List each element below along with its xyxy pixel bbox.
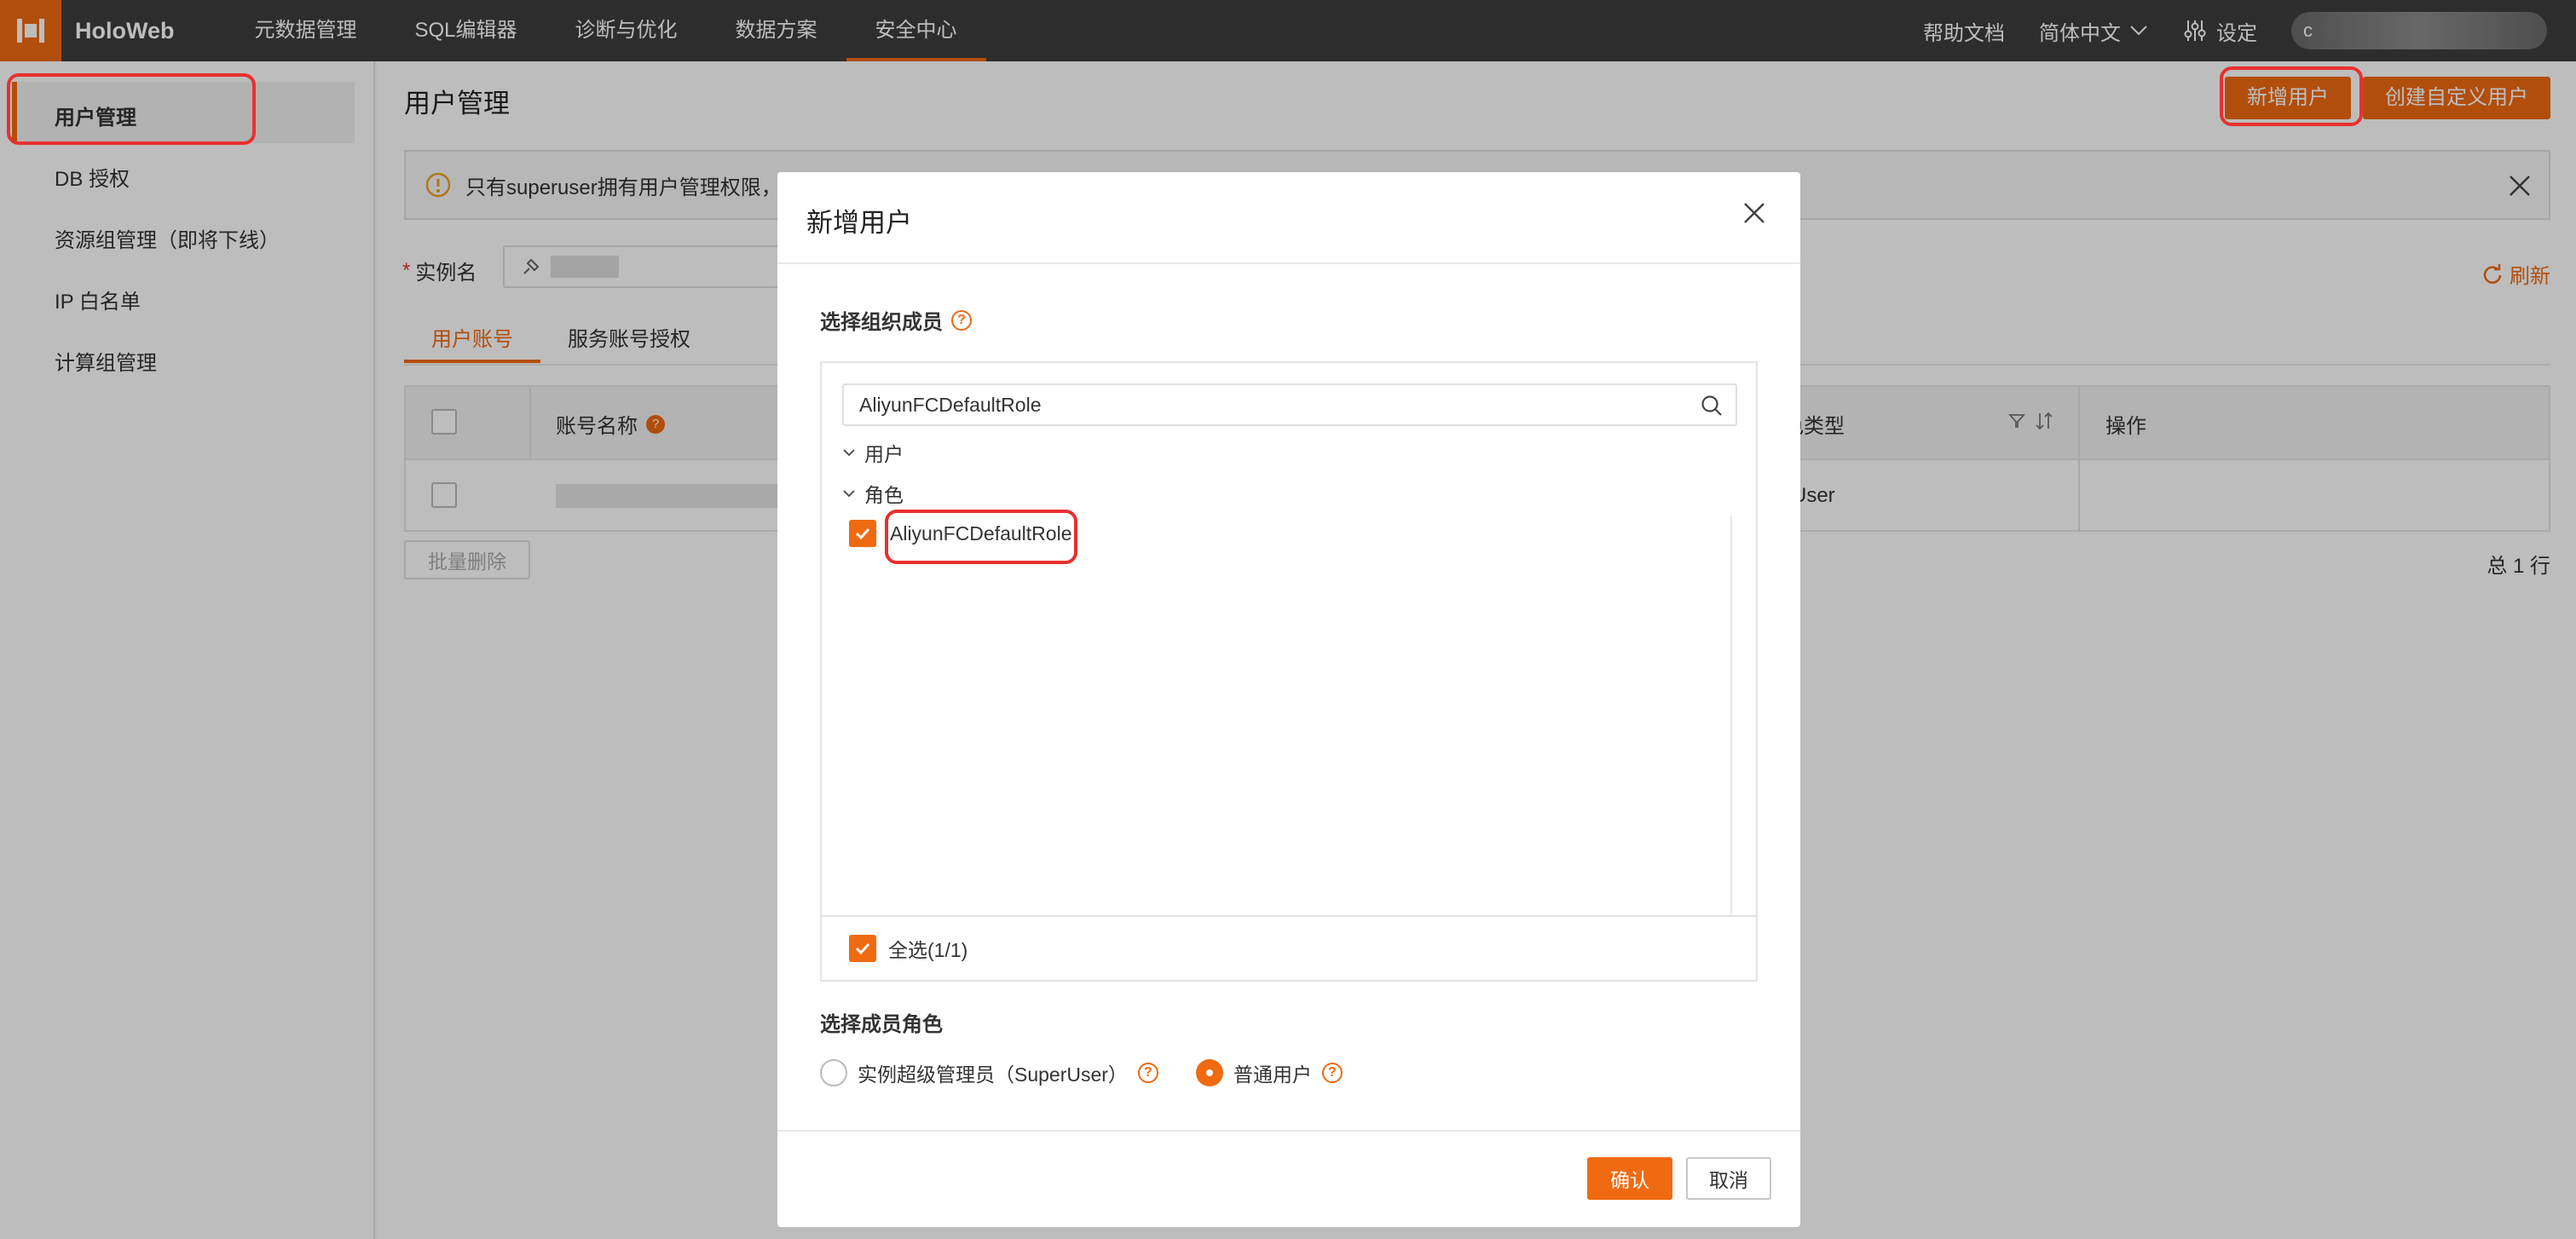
chevron-down-icon <box>843 490 855 498</box>
selector-footer: 全选(1/1) <box>822 915 1756 980</box>
option-normal-label[interactable]: 普通用户 <box>1233 1058 1312 1087</box>
member-role-label: 选择成员角色 <box>820 1013 943 1036</box>
add-user-dialog: 新增用户 选择组织成员 ? AliyunFCDefaultRole 用户 角色 … <box>777 172 1800 1227</box>
tree-group-roles[interactable]: 角色 <box>842 479 904 508</box>
close-icon[interactable] <box>1737 196 1771 230</box>
option-superuser-label[interactable]: 实例超级管理员（SuperUser） <box>858 1058 1128 1087</box>
confirm-button[interactable]: 确认 <box>1587 1157 1672 1200</box>
select-all-label: 全选(1/1) <box>888 939 968 961</box>
member-search-input[interactable]: AliyunFCDefaultRole <box>842 383 1737 426</box>
list-scrollbar[interactable] <box>1730 516 1732 917</box>
cancel-button[interactable]: 取消 <box>1686 1157 1771 1200</box>
highlight-sidebar-user-management <box>7 73 256 145</box>
role-checkbox[interactable] <box>849 520 876 547</box>
dialog-header-divider <box>777 262 1800 264</box>
search-icon[interactable] <box>1700 394 1724 418</box>
dialog-title: 新增用户 <box>806 208 912 238</box>
member-role-options: 实例超级管理员（SuperUser） ? 普通用户 ? <box>820 1058 1343 1087</box>
help-icon[interactable]: ? <box>1137 1063 1158 1083</box>
chevron-down-icon <box>843 449 855 457</box>
member-selector: AliyunFCDefaultRole 用户 角色 AliyunFCDefaul… <box>820 361 1758 982</box>
help-icon[interactable]: ? <box>1321 1063 1343 1083</box>
check-icon <box>855 942 870 955</box>
radio-superuser[interactable] <box>820 1059 847 1086</box>
highlight-add-user-button <box>2220 66 2363 126</box>
tree-group-users[interactable]: 用户 <box>842 438 904 467</box>
highlight-role-item <box>885 510 1077 564</box>
radio-normal-user[interactable] <box>1195 1059 1223 1086</box>
select-all-checkbox[interactable] <box>849 935 876 962</box>
dialog-footer-divider <box>777 1130 1800 1132</box>
help-icon[interactable]: ? <box>951 309 972 331</box>
check-icon <box>855 527 870 540</box>
select-members-label: 选择组织成员 ? <box>820 305 972 335</box>
